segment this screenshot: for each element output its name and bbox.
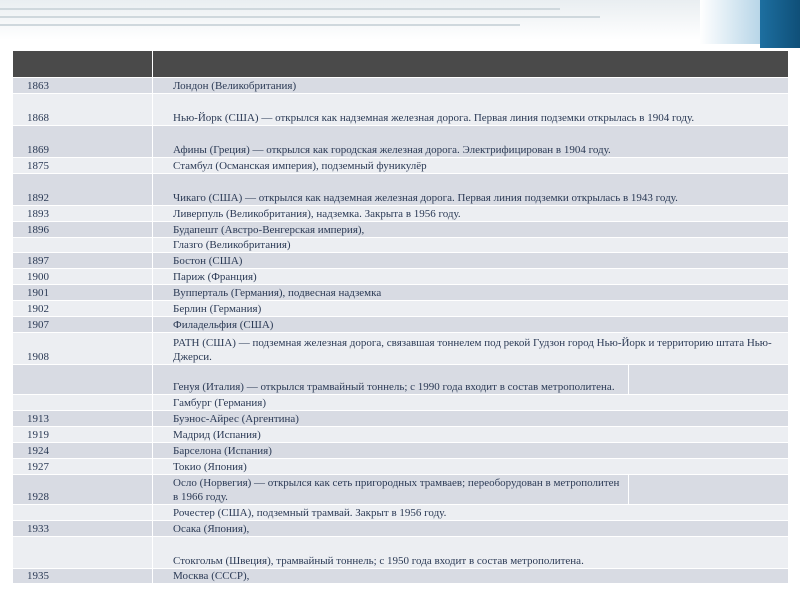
description-cell: Ливерпуль (Великобритания), надземка. За… (152, 205, 789, 222)
table-row: 1927 Токио (Япония) (12, 458, 789, 475)
description-cell: Филадельфия (США) (152, 316, 789, 333)
description-cell: PATH (США) — подземная железная дорога, … (152, 332, 789, 365)
year-cell: 1902 (12, 300, 153, 317)
header-cell-year (12, 50, 153, 78)
description-cell: Мадрид (Испания) (152, 426, 789, 443)
description-cell: Глазго (Великобритания) (152, 237, 789, 253)
table-row: Рочестер (США), подземный трамвай. Закры… (12, 504, 789, 521)
description-cell: Рочестер (США), подземный трамвай. Закры… (152, 504, 789, 521)
description-cell: Буэнос-Айрес (Аргентина) (152, 410, 789, 427)
year-cell: 1868 (12, 93, 153, 126)
description-cell: Бостон (США) (152, 252, 789, 269)
year-cell: 1928 (12, 474, 153, 505)
year-cell: 1919 (12, 426, 153, 443)
table-row: Глазго (Великобритания) (12, 237, 789, 253)
description-cell: Москва (СССР), (152, 568, 789, 584)
table-row: Гамбург (Германия) (12, 394, 789, 411)
description-cell: Гамбург (Германия) (152, 394, 789, 411)
decor-corner-fade (700, 0, 760, 44)
table-row: 1935 Москва (СССР), (12, 568, 789, 584)
table-row: 1875 Стамбул (Османская империя), подзем… (12, 157, 789, 174)
year-cell: 1897 (12, 252, 153, 269)
table-row: 1924 Барселона (Испания) (12, 442, 789, 459)
description-cell: Вупперталь (Германия), подвесная надземк… (152, 284, 789, 301)
year-cell: 1927 (12, 458, 153, 475)
year-cell: 1913 (12, 410, 153, 427)
decor-corner (760, 0, 800, 48)
year-cell (12, 504, 153, 521)
year-cell (12, 364, 153, 395)
description-cell: Чикаго (США) — открылся как надземная же… (152, 173, 789, 206)
table-row: 1908 PATH (США) — подземная железная дор… (12, 332, 789, 365)
table-row: Стокгольм (Швеция), трамвайный тоннель; … (12, 536, 789, 569)
table-row: 1863 Лондон (Великобритания) (12, 77, 789, 94)
decor-stripe (0, 8, 560, 10)
table-row: 1896 Будапешт (Австро-Венгерская империя… (12, 221, 789, 238)
description-cell: Стамбул (Османская империя), подземный ф… (152, 157, 789, 174)
table-row: 1897 Бостон (США) (12, 252, 789, 269)
table-row: 1893 Ливерпуль (Великобритания), надземк… (12, 205, 789, 222)
description-cell: Нью-Йорк (США) — открылся как надземная … (152, 93, 789, 126)
table-row: 1928 Осло (Норвегия) — открылся как сеть… (12, 474, 789, 505)
year-cell: 1933 (12, 520, 153, 537)
year-cell (12, 536, 153, 569)
year-cell: 1875 (12, 157, 153, 174)
year-cell: 1907 (12, 316, 153, 333)
header-cell-city (152, 50, 789, 78)
table-row: 1907 Филадельфия (США) (12, 316, 789, 333)
description-cell: Париж (Франция) (152, 268, 789, 285)
year-cell: 1892 (12, 173, 153, 206)
table-row: 1892 Чикаго (США) — открылся как надземн… (12, 173, 789, 206)
year-cell (12, 394, 153, 411)
metro-timeline-table: 1863 Лондон (Великобритания) 1868 Нью-Йо… (12, 50, 789, 584)
table-row: Генуя (Италия) — открылся трамвайный тон… (12, 364, 789, 395)
table-row: 1933 Осака (Япония), (12, 520, 789, 537)
description-cell: Токио (Япония) (152, 458, 789, 475)
year-cell: 1893 (12, 205, 153, 222)
empty-cell (628, 364, 789, 395)
empty-cell (628, 474, 789, 505)
decor-stripe (0, 24, 520, 26)
table-row: 1869 Афины (Греция) — открылся как город… (12, 125, 789, 158)
description-cell: Берлин (Германия) (152, 300, 789, 317)
table-row: 1913 Буэнос-Айрес (Аргентина) (12, 410, 789, 427)
table-header-row (12, 50, 789, 78)
year-cell (12, 237, 153, 253)
year-cell: 1869 (12, 125, 153, 158)
description-cell: Генуя (Италия) — открылся трамвайный тон… (152, 364, 629, 395)
year-cell: 1908 (12, 332, 153, 365)
description-cell: Будапешт (Австро-Венгерская империя), (152, 221, 789, 238)
description-cell: Афины (Греция) — открылся как городская … (152, 125, 789, 158)
table-row: 1868 Нью-Йорк (США) — открылся как надзе… (12, 93, 789, 126)
description-cell: Осака (Япония), (152, 520, 789, 537)
table-row: 1900 Париж (Франция) (12, 268, 789, 285)
decor-stripe (0, 16, 600, 18)
year-cell: 1924 (12, 442, 153, 459)
description-cell: Лондон (Великобритания) (152, 77, 789, 94)
year-cell: 1901 (12, 284, 153, 301)
description-cell: Осло (Норвегия) — открылся как сеть приг… (152, 474, 629, 505)
header-band (0, 0, 800, 40)
table-row: 1919 Мадрид (Испания) (12, 426, 789, 443)
table-row: 1902 Берлин (Германия) (12, 300, 789, 317)
description-cell: Барселона (Испания) (152, 442, 789, 459)
year-cell: 1863 (12, 77, 153, 94)
year-cell: 1935 (12, 568, 153, 584)
year-cell: 1896 (12, 221, 153, 238)
table-row: 1901 Вупперталь (Германия), подвесная на… (12, 284, 789, 301)
description-cell: Стокгольм (Швеция), трамвайный тоннель; … (152, 536, 789, 569)
year-cell: 1900 (12, 268, 153, 285)
